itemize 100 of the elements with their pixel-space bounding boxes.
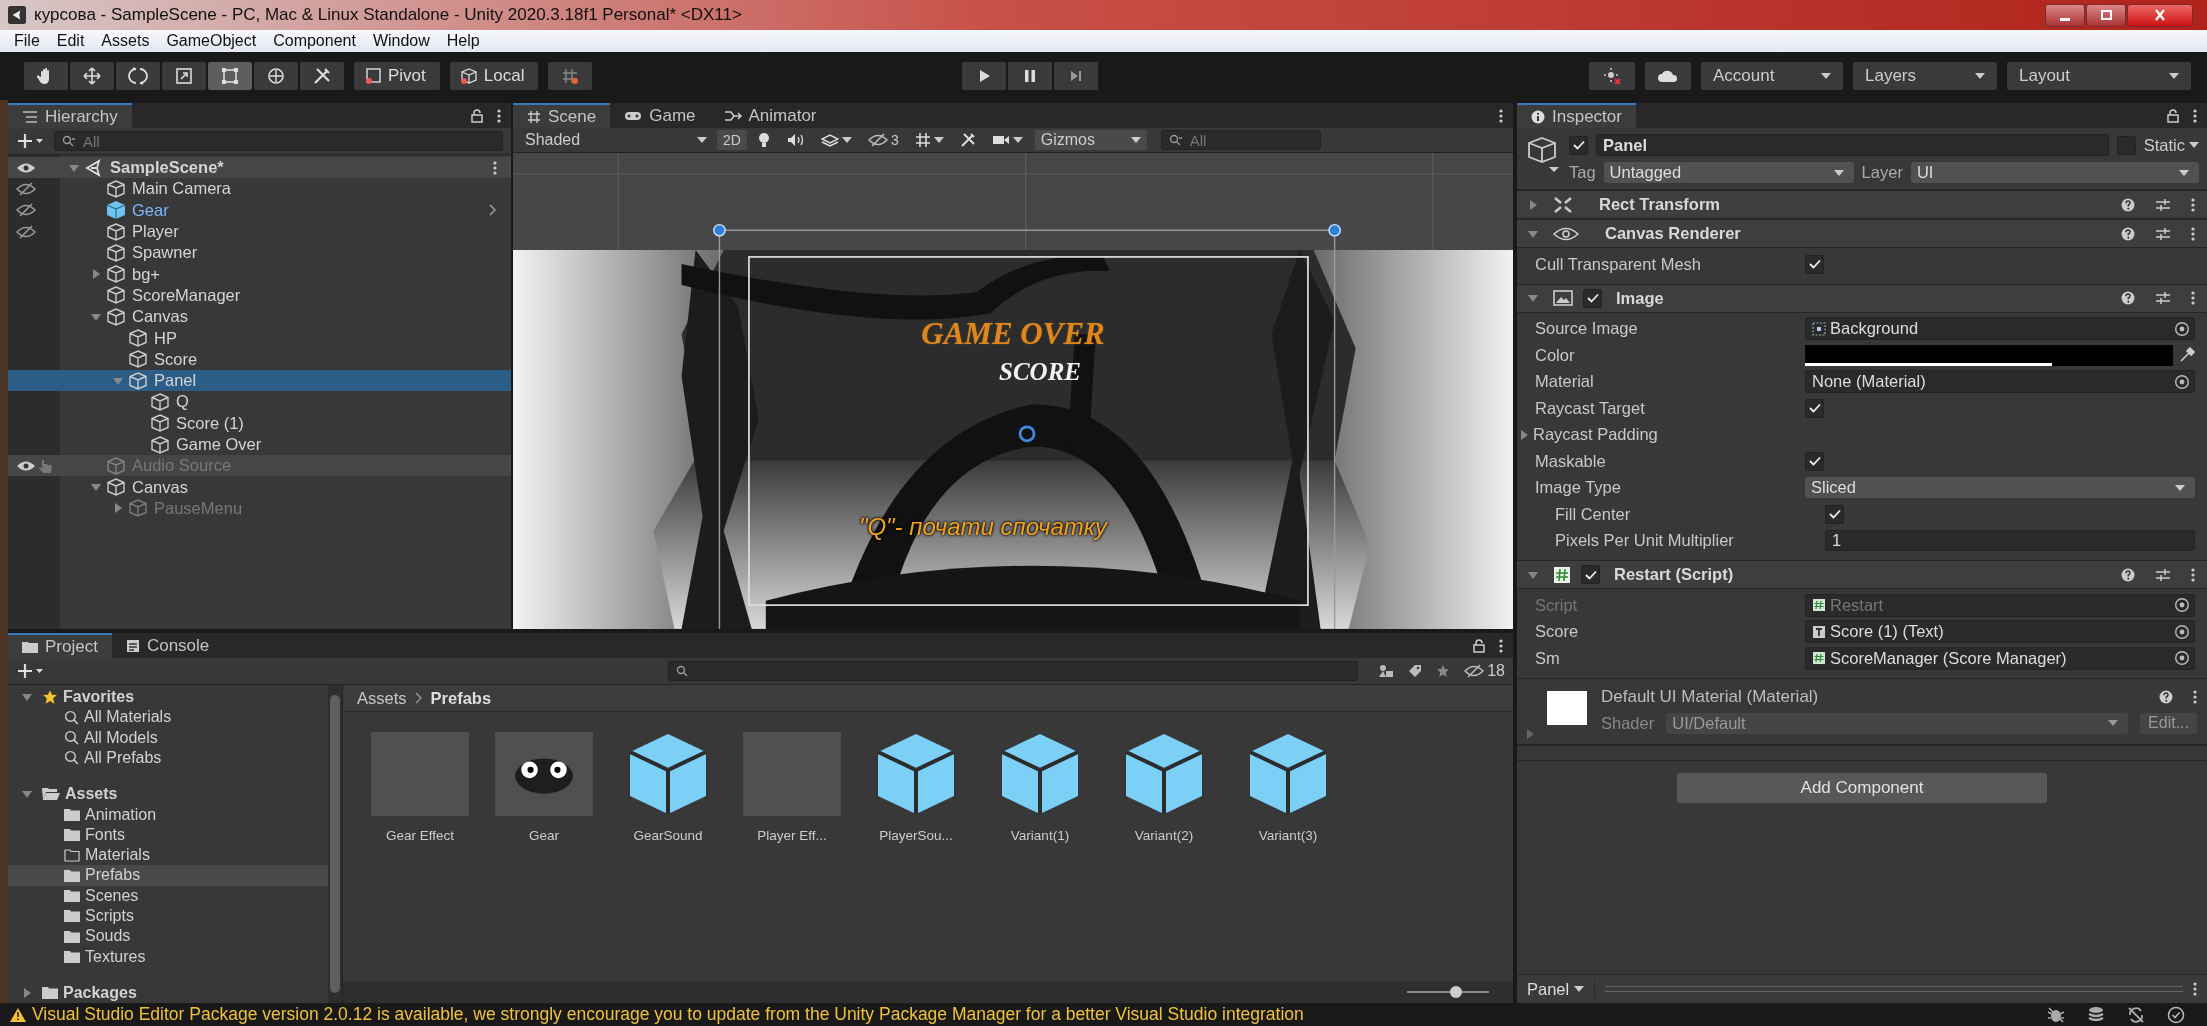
minimize-button[interactable] — [2045, 3, 2085, 27]
more-icon[interactable] — [2193, 982, 2197, 996]
more-icon[interactable] — [2191, 197, 2195, 212]
project-tree-item[interactable]: Prefabs — [8, 865, 328, 886]
check-circle-icon[interactable] — [2167, 1005, 2185, 1024]
hierarchy-item[interactable]: HP — [8, 327, 511, 349]
project-tree-item[interactable]: Textures — [8, 946, 328, 967]
menu-item[interactable]: GameObject — [158, 32, 265, 50]
tool-button[interactable] — [70, 62, 114, 90]
collab-button[interactable] — [1589, 62, 1635, 90]
hierarchy-item[interactable]: Gear — [8, 199, 511, 221]
component-header[interactable]: Restart (Script) — [1517, 560, 2207, 589]
hidden-packages-toggle[interactable]: 18 — [1464, 662, 1505, 680]
add-button[interactable] — [16, 661, 46, 681]
add-component-button[interactable]: Add Component — [1677, 772, 2047, 803]
project-tree-item[interactable]: Favorites — [8, 687, 328, 708]
console-tab[interactable]: Console — [111, 633, 224, 658]
presets-icon[interactable] — [2155, 567, 2171, 582]
project-tree-item[interactable]: Scripts — [8, 905, 328, 927]
project-tree-item[interactable]: All Prefabs — [8, 747, 328, 769]
hierarchy-item[interactable]: Score — [8, 348, 511, 370]
star-icon[interactable] — [1436, 664, 1451, 678]
chevron-right-icon[interactable] — [489, 204, 497, 217]
help-icon[interactable] — [2159, 689, 2173, 704]
menu-item[interactable]: Component — [265, 32, 364, 50]
tool-button[interactable] — [254, 62, 298, 90]
object-field[interactable]: ScoreManager (Score Manager) — [1805, 646, 2195, 670]
project-tree-item[interactable]: Scenes — [8, 885, 328, 906]
eyedropper-icon[interactable] — [2179, 347, 2195, 364]
bug-icon[interactable] — [2047, 1005, 2065, 1024]
local-button[interactable]: Local — [449, 62, 539, 90]
number-field[interactable]: 1 — [1825, 530, 2195, 552]
asset-item[interactable]: Variant(3) — [1239, 732, 1337, 843]
step-button[interactable] — [1054, 62, 1099, 90]
tag-icon[interactable] — [1408, 664, 1423, 678]
menu-item[interactable]: Edit — [48, 32, 93, 50]
grid-snap-button[interactable] — [548, 62, 593, 90]
project-tab[interactable]: Project — [8, 633, 112, 658]
tool-button[interactable] — [208, 62, 252, 90]
hierarchy-item[interactable]: Canvas — [8, 476, 511, 498]
object-picker-icon[interactable] — [2174, 320, 2190, 337]
tool-button[interactable] — [24, 62, 68, 90]
asset-item[interactable]: Player Eff... — [743, 732, 841, 843]
expand-arrow-icon[interactable] — [113, 503, 123, 514]
checkbox[interactable] — [1805, 451, 1824, 471]
expand-arrow-icon[interactable] — [22, 987, 32, 998]
project-tree-item[interactable]: Materials — [8, 844, 328, 866]
hidden-eye-icon[interactable] — [16, 181, 36, 196]
more-icon[interactable] — [2191, 291, 2195, 305]
help-icon[interactable] — [2121, 226, 2135, 241]
more-icon[interactable] — [2191, 567, 2195, 582]
maximize-button[interactable] — [2086, 3, 2126, 27]
eye-icon[interactable] — [16, 459, 36, 472]
help-icon[interactable] — [2121, 567, 2135, 582]
menu-item[interactable]: Window — [364, 32, 438, 50]
resize-handle[interactable] — [713, 223, 726, 237]
hierarchy-tab[interactable]: Hierarchy — [8, 103, 132, 128]
project-tree-item[interactable]: All Models — [8, 727, 328, 748]
hierarchy-item[interactable]: Panel — [8, 369, 511, 392]
project-tree-item[interactable]: All Materials — [8, 707, 328, 728]
project-tree-item[interactable]: Animation — [8, 804, 328, 825]
menu-item[interactable]: Help — [438, 32, 488, 50]
project-tree-item[interactable]: Assets — [8, 784, 328, 805]
pause-button[interactable] — [1008, 62, 1053, 90]
project-tree-item[interactable]: Fonts — [8, 824, 328, 845]
zoom-slider[interactable] — [1407, 986, 1489, 998]
project-tree-item[interactable]: Packages — [8, 982, 328, 1003]
name-field[interactable]: Panel — [1596, 134, 2109, 156]
game-tab[interactable]: Game — [610, 103, 710, 128]
hierarchy-item[interactable]: Q — [8, 391, 511, 413]
hierarchy-item[interactable]: Player — [8, 220, 511, 243]
asset-item[interactable]: GearSound — [619, 732, 717, 843]
object-field[interactable]: Background — [1805, 317, 2195, 341]
gizmos-dropdown[interactable]: Gizmos — [1034, 130, 1147, 150]
sync-icon[interactable] — [2127, 1005, 2145, 1024]
hierarchy-item[interactable]: ScoreManager — [8, 284, 511, 307]
search-field[interactable]: All — [1160, 130, 1321, 150]
add-button[interactable] — [16, 131, 46, 151]
menu-item[interactable]: File — [6, 32, 48, 50]
object-field[interactable]: Score (1) (Text) — [1805, 620, 2195, 644]
layout-dropdown[interactable]: Layout — [2007, 62, 2191, 90]
more-icon[interactable] — [1499, 108, 1503, 123]
checkbox[interactable] — [1805, 254, 1824, 274]
cloud-button[interactable] — [1645, 62, 1691, 90]
enabled-checkbox[interactable] — [1583, 288, 1602, 308]
active-checkbox[interactable] — [1569, 135, 1588, 155]
pivot-button[interactable]: Pivot — [354, 62, 440, 90]
help-icon[interactable] — [2121, 197, 2135, 212]
tool-button[interactable] — [162, 62, 206, 90]
more-icon[interactable] — [2191, 226, 2195, 241]
menu-item[interactable]: Assets — [93, 32, 158, 50]
component-header[interactable]: Canvas Renderer — [1517, 219, 2207, 248]
asset-item[interactable]: PlayerSou... — [867, 732, 965, 843]
more-icon[interactable] — [2193, 108, 2197, 123]
collapse-arrow-icon[interactable] — [22, 692, 32, 703]
shading-dropdown[interactable]: Shaded — [519, 130, 713, 150]
collapse-arrow-icon[interactable] — [22, 789, 32, 800]
hierarchy-item[interactable]: Score (1) — [8, 412, 511, 434]
object-field[interactable]: None (Material) — [1805, 370, 2195, 394]
component-header[interactable]: Image — [1517, 283, 2207, 313]
